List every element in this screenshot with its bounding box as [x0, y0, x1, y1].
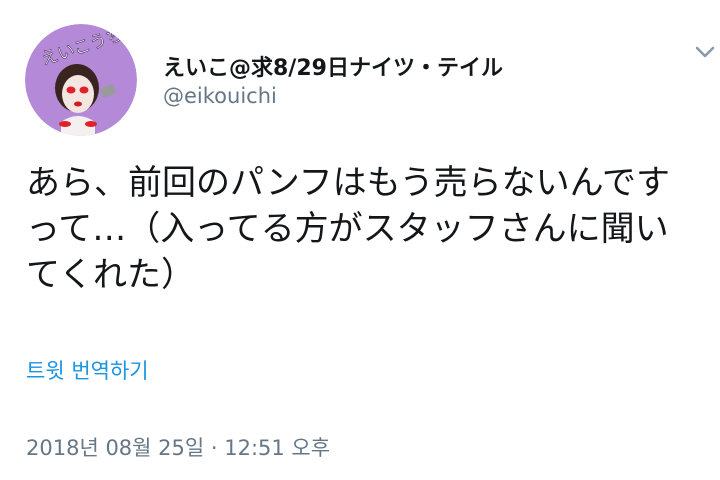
tweet-text: あら、前回のパンフはもう売らないんですって…（入ってる方がスタッフさんに聞いてく… [26, 163, 670, 295]
tweet-card: えいこうちょ えいこ@求8/29日ナイツ・テイル @eikouichi あら、前… [0, 0, 720, 480]
avatar-image: えいこうちょ [25, 24, 137, 136]
author-handle[interactable]: @eikouichi [163, 84, 277, 108]
translate-tweet-link[interactable]: 트윗 번역하기 [26, 355, 149, 385]
tweet-timestamp[interactable]: 2018년 08월 25일 · 12:51 오후 [26, 432, 330, 462]
chevron-down-icon[interactable] [692, 42, 718, 62]
avatar[interactable]: えいこうちょ [25, 24, 137, 136]
author-display-name[interactable]: えいこ@求8/29日ナイツ・テイル [163, 50, 503, 82]
